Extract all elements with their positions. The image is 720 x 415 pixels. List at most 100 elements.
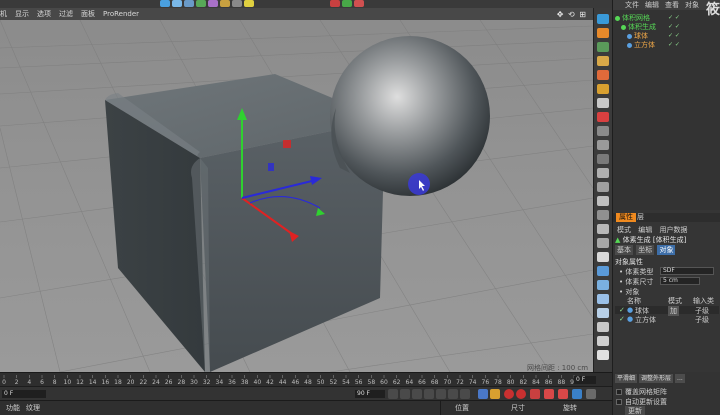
bevel-icon[interactable] xyxy=(597,224,609,234)
om-visibility-flags[interactable]: ✓ ✓ xyxy=(668,23,680,30)
prev-frame-button[interactable] xyxy=(412,389,422,399)
viewport-menu-prorender[interactable]: ProRender xyxy=(103,10,139,18)
sphere-object[interactable] xyxy=(330,36,490,196)
record-position-icon[interactable] xyxy=(490,389,500,399)
am-menu-mode[interactable]: 模式 xyxy=(615,225,633,235)
move-tool-icon[interactable] xyxy=(478,389,488,399)
camera-tool-icon[interactable] xyxy=(232,0,242,7)
scene-canvas[interactable] xyxy=(0,8,593,372)
nurbs-tool-icon[interactable] xyxy=(184,0,194,7)
auto-update-checkbox[interactable] xyxy=(616,399,622,405)
override-mesh-checkbox[interactable] xyxy=(616,389,622,395)
record-button[interactable] xyxy=(504,389,514,399)
am-menu-edit[interactable]: 编辑 xyxy=(636,225,654,235)
om-item-cube[interactable]: 立方体 xyxy=(627,41,655,49)
om-menu-edit[interactable]: 编辑 xyxy=(645,0,659,10)
texture-mode-icon[interactable] xyxy=(597,28,609,38)
tab-basic[interactable]: 基本 xyxy=(615,245,633,255)
row-check-icon[interactable]: ✓ xyxy=(619,306,625,314)
viewport-menu-options[interactable]: 选项 xyxy=(37,9,51,19)
extrude-icon[interactable] xyxy=(597,238,609,248)
om-menu-object[interactable]: 对象 xyxy=(685,0,699,10)
workplane-icon[interactable] xyxy=(597,42,609,52)
om-menu-file[interactable]: 文件 xyxy=(625,0,639,10)
objects-list-row[interactable]: ✓ ● 球体 加 子级 xyxy=(615,306,719,316)
spline-tool-icon[interactable] xyxy=(172,0,182,7)
autokey-button[interactable] xyxy=(516,389,526,399)
array-tool-icon[interactable] xyxy=(196,0,206,7)
viewport-menu-display[interactable]: 显示 xyxy=(15,9,29,19)
uv-mode-icon[interactable] xyxy=(597,112,609,122)
material-menu-texture[interactable]: 纹理 xyxy=(26,403,40,413)
tab-more[interactable]: ... xyxy=(675,374,685,383)
voxel-size-field[interactable]: 5 cm xyxy=(660,277,700,285)
timeline-ruler[interactable]: 0 2 4 6 8 10 12 14 16 18 20 22 24 26 28 30 32 34 36 38 40 42 4… xyxy=(0,372,612,386)
layer-icon[interactable] xyxy=(597,350,609,360)
record-rotation-icon[interactable] xyxy=(544,389,554,399)
update-button[interactable]: 更新 xyxy=(625,406,645,415)
viewport-menu-filter[interactable]: 过滤 xyxy=(59,9,73,19)
am-menu-userdata[interactable]: 用户数据 xyxy=(657,225,689,235)
record-scale-icon[interactable] xyxy=(558,389,568,399)
model-mode-icon[interactable] xyxy=(597,14,609,24)
points-mode-icon[interactable] xyxy=(597,56,609,66)
end-frame-field[interactable]: 90 F xyxy=(355,390,385,398)
light-tool-icon[interactable] xyxy=(244,0,254,7)
cloner-icon[interactable] xyxy=(597,266,609,276)
om-visibility-flags[interactable]: ✓ ✓ xyxy=(668,32,680,39)
objects-list-row[interactable]: ✓ ● 立方体 子级 xyxy=(615,315,719,324)
material-menu-function[interactable]: 功能 xyxy=(6,403,20,413)
knife-icon[interactable] xyxy=(597,182,609,192)
viewport-menu-camera[interactable]: 机 xyxy=(0,9,7,19)
xpresso-icon[interactable] xyxy=(597,336,609,346)
render-settings-icon[interactable] xyxy=(342,0,352,7)
polygons-mode-icon[interactable] xyxy=(597,84,609,94)
om-item-volume-mesher[interactable]: 体积网格 xyxy=(615,14,650,22)
axis-mode-icon[interactable] xyxy=(597,98,609,108)
render-tool-icon[interactable] xyxy=(330,0,340,7)
voxel-type-select[interactable]: SDF xyxy=(660,267,714,275)
param-key-icon[interactable] xyxy=(572,389,582,399)
viewport-menu-panel[interactable]: 面板 xyxy=(81,9,95,19)
om-menu-view[interactable]: 查看 xyxy=(665,0,679,10)
perspective-viewport[interactable]: 机 显示 选项 过滤 面板 ProRender ✥ ⟲ ⊞ 网格间距 : 100… xyxy=(0,8,593,372)
tag-icon[interactable] xyxy=(597,322,609,332)
next-frame-button[interactable] xyxy=(436,389,446,399)
om-item-sphere[interactable]: 球体 xyxy=(627,32,648,40)
tab-attributes[interactable]: 属性 xyxy=(616,213,636,222)
om-visibility-flags[interactable]: ✓ ✓ xyxy=(668,14,680,21)
tab-object[interactable]: 对象 xyxy=(657,245,676,255)
weld-icon[interactable] xyxy=(597,210,609,220)
current-frame-field[interactable]: 0 F xyxy=(574,376,596,384)
next-key-button[interactable] xyxy=(448,389,458,399)
tab-reshape-layer[interactable]: 调整外形层 xyxy=(639,374,674,383)
tab-smooth[interactable]: 平滑细 xyxy=(615,374,638,383)
scene-tool-icon[interactable] xyxy=(220,0,230,7)
field-icon[interactable] xyxy=(597,294,609,304)
material-icon[interactable] xyxy=(597,252,609,262)
effector-icon[interactable] xyxy=(597,280,609,290)
brush-icon[interactable] xyxy=(597,168,609,178)
play-button[interactable] xyxy=(424,389,434,399)
deformer-tool-icon[interactable] xyxy=(208,0,218,7)
cube-tool-icon[interactable] xyxy=(160,0,170,7)
prev-key-button[interactable] xyxy=(400,389,410,399)
sculpt-icon[interactable] xyxy=(597,196,609,206)
override-mesh-matrix-row[interactable]: 覆盖网格矩阵 xyxy=(616,387,667,397)
start-frame-field[interactable]: 0 F xyxy=(2,390,46,398)
hair-icon[interactable] xyxy=(597,308,609,318)
picture-viewer-icon[interactable] xyxy=(354,0,364,7)
viewport-navigation-icons[interactable]: ✥ ⟲ ⊞ xyxy=(557,10,587,19)
keyframe-selection-icon[interactable] xyxy=(530,389,540,399)
timeline-menu-icon[interactable] xyxy=(586,389,596,399)
row-check-icon[interactable]: ✓ xyxy=(619,315,625,323)
goto-end-button[interactable] xyxy=(460,389,470,399)
om-item-volume-builder[interactable]: 体积生成 xyxy=(621,23,656,31)
goto-start-button[interactable] xyxy=(388,389,398,399)
solo-icon[interactable] xyxy=(597,140,609,150)
edges-mode-icon[interactable] xyxy=(597,70,609,80)
tab-coords[interactable]: 坐标 xyxy=(636,245,655,255)
lock-icon[interactable] xyxy=(597,154,609,164)
om-visibility-flags[interactable]: ✓ ✓ xyxy=(668,41,680,48)
snap-icon[interactable] xyxy=(597,126,609,136)
